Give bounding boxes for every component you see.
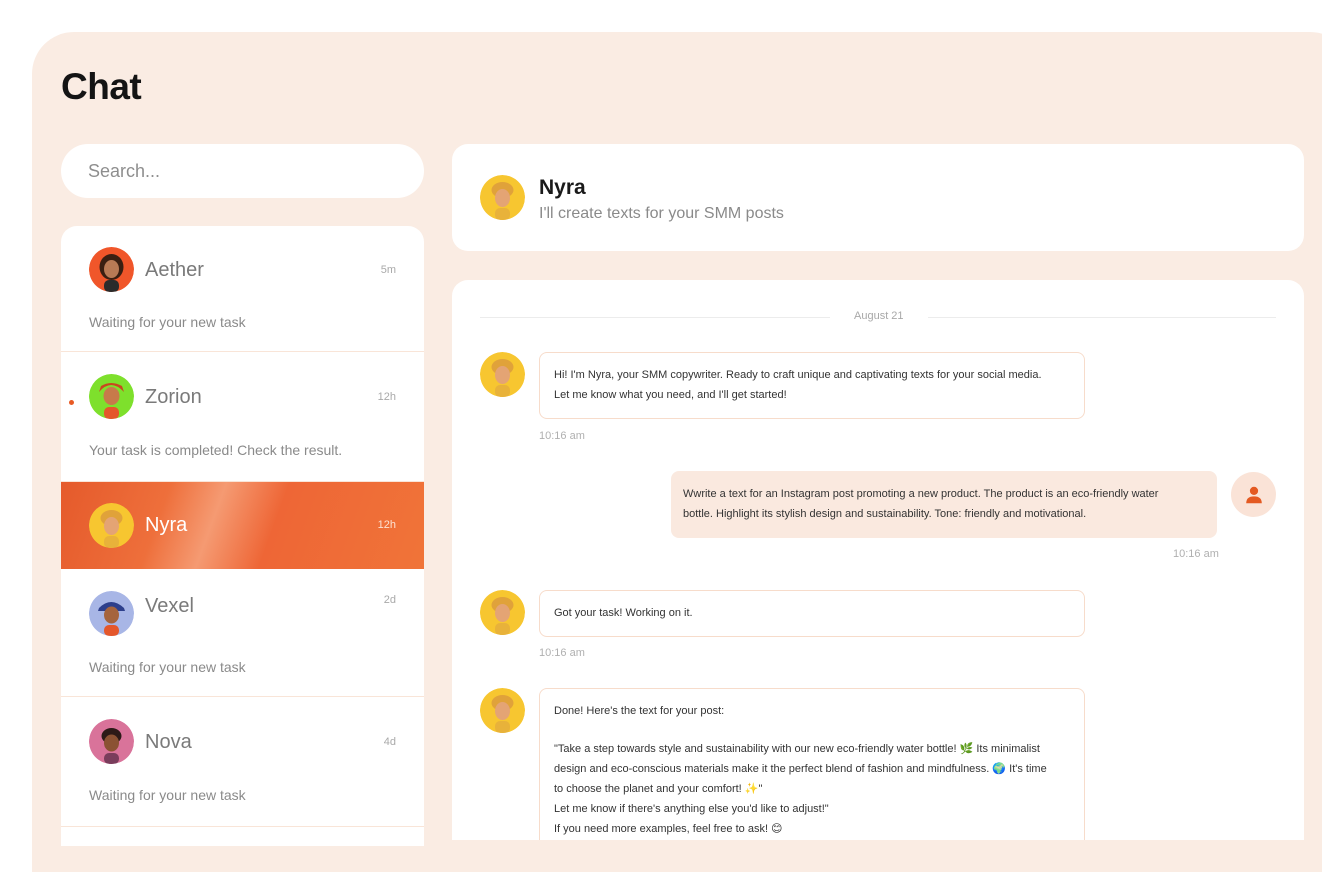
search-input[interactable] [88,160,424,182]
message-line: Done! Here's the text for your post: [554,705,725,717]
message-line: Let me know if there's anything else you… [554,803,829,815]
message-bubble: Wwrite a text for an Instagram post prom… [671,471,1217,538]
avatar [480,590,525,635]
divider [928,317,1276,318]
chat-header-name: Nyra [539,176,586,199]
chat-time: 12h [377,519,396,531]
avatar [89,591,134,636]
message-bubble: Done! Here's the text for your post: "Ta… [539,688,1085,840]
message-line [554,721,1070,739]
message-line: bottle. Highlight its stylish design and… [683,508,1087,520]
date-separator: August 21 [480,310,1276,324]
message-line: to choose the planet and your comfort! ✨… [554,783,763,795]
chat-preview: Waiting for your new task [89,787,246,803]
chat-time: 12h [377,391,396,403]
page-title: Chat [61,66,142,107]
avatar [480,688,525,733]
message-line: design and eco-conscious materials make … [554,763,1047,775]
avatar [480,175,525,220]
chat-preview: Your task is completed! Check the result… [89,442,343,458]
chat-preview: Waiting for your new task [89,659,246,675]
chat-item-nova[interactable]: Nova 4d Waiting for your new task [61,697,424,827]
message-bubble: Got your task! Working on it. [539,590,1085,637]
user-icon [1245,486,1262,503]
user-avatar [1231,472,1276,517]
chat-item-zorion[interactable]: Zorion 12h Your task is completed! Check… [61,352,424,482]
chat-item-nyra[interactable]: Nyra 12h [61,482,424,569]
chat-name: Zorion [145,386,202,408]
chat-name: Aether [145,259,204,281]
unread-dot [69,400,74,405]
message-time: 10:16 am [539,647,585,659]
chat-list: Aether 5m Waiting for your new task Zori… [61,226,424,846]
chat-item-aether[interactable]: Aether 5m Waiting for your new task [61,226,424,352]
message-line: Got your task! Working on it. [554,607,693,619]
message-bubble: Hi! I'm Nyra, your SMM copywriter. Ready… [539,352,1085,419]
avatar [89,374,134,419]
message-line: Hi! I'm Nyra, your SMM copywriter. Ready… [554,369,1042,381]
avatar [89,719,134,764]
message-line: Let me know what you need, and I'll get … [554,389,787,401]
avatar [89,503,134,548]
search-bar[interactable] [61,144,424,198]
divider [480,317,830,318]
chat-name: Vexel [145,595,194,617]
chat-item-vexel[interactable]: Vexel 2d Waiting for your new task [61,569,424,697]
chat-time: 2d [383,594,396,606]
message-line: "Take a step towards style and sustainab… [554,743,1040,755]
message-time: 10:16 am [1173,548,1219,560]
chat-time: 5m [380,264,396,276]
chat-header: Nyra I'll create texts for your SMM post… [452,144,1304,251]
message-time: 10:16 am [539,430,585,442]
chat-preview: Waiting for your new task [89,314,246,330]
message-thread: August 21 Hi! I'm Nyra, your SMM copywri… [452,280,1304,840]
chat-name: Nova [145,731,192,753]
chat-name: Nyra [145,514,188,536]
message-line: Wwrite a text for an Instagram post prom… [683,488,1159,500]
chat-time: 4d [383,736,396,748]
date-label: August 21 [854,310,904,322]
message-line: If you need more examples, feel free to … [554,823,783,835]
chat-header-subtitle: I'll create texts for your SMM posts [539,205,784,222]
avatar [89,247,134,292]
avatar [480,352,525,397]
